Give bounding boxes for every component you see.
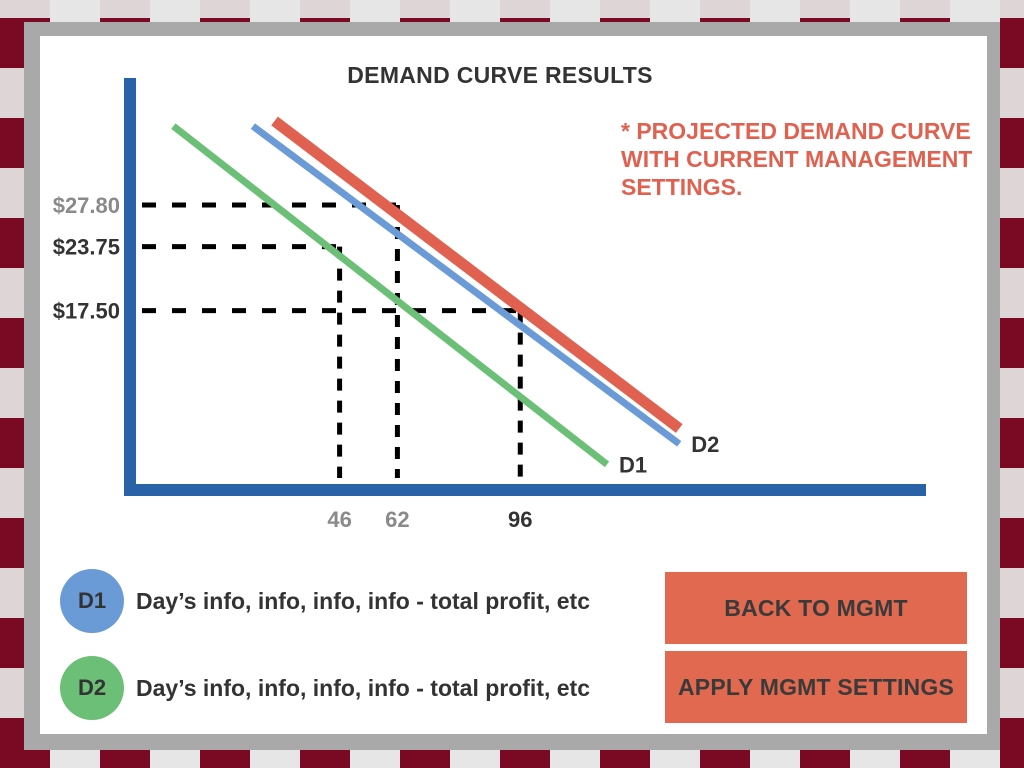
demand-curve-d2: [250, 123, 682, 447]
legend-row-d1: D1 Day’s info, info, info, info - total …: [60, 569, 590, 633]
legend-text-d1: Day’s info, info, info, info - total pro…: [136, 587, 591, 614]
legend-badge-d2: D2: [60, 656, 124, 720]
curve-label-d2: D2: [691, 432, 719, 457]
legend-text-d2: Day’s info, info, info, info - total pro…: [136, 674, 591, 701]
y-tick-label: $23.75: [53, 235, 120, 260]
y-tick-label: $17.50: [53, 299, 120, 324]
demand-curve-d1: [171, 123, 610, 468]
x-tick-label: 96: [508, 507, 532, 532]
x-tick-label: 62: [385, 507, 409, 532]
legend-badge-d1: D1: [60, 569, 124, 633]
x-tick-label: 46: [327, 507, 351, 532]
legend-row-d2: D2 Day’s info, info, info, info - total …: [60, 656, 590, 720]
demand-curve-projected: [271, 116, 683, 433]
back-to-mgmt-button[interactable]: BACK TO MGMT: [665, 572, 967, 644]
y-tick-label: $27.80: [53, 193, 120, 218]
apply-mgmt-settings-button[interactable]: APPLY MGMT SETTINGS: [665, 651, 967, 723]
curve-label-d1: D1: [619, 452, 647, 477]
